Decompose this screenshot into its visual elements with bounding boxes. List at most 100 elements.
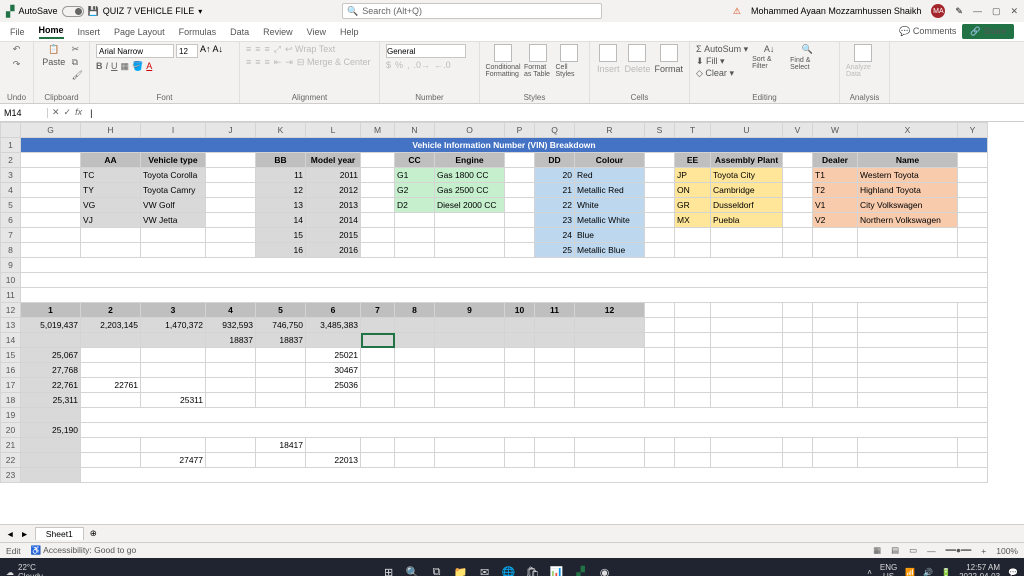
format-painter-icon[interactable]: 🖌 <box>72 70 83 81</box>
store-icon[interactable]: 🛍 <box>526 565 540 576</box>
fill-button[interactable]: ⬇ Fill ▾ <box>696 56 748 67</box>
taskview-icon[interactable]: ⧉ <box>430 565 444 576</box>
weather-widget[interactable]: ☁ 22°C Cloudy <box>6 563 126 576</box>
tray-chevron-icon[interactable]: ˄ <box>867 568 872 576</box>
battery-icon[interactable]: 🔋 <box>941 568 951 576</box>
tab-data[interactable]: Data <box>230 27 249 37</box>
copy-icon[interactable]: ⧉ <box>72 57 83 68</box>
clock-time[interactable]: 12:57 AM <box>959 563 1000 572</box>
bold-button[interactable]: B <box>96 61 103 72</box>
paste-button[interactable]: 📋 Paste <box>40 44 68 67</box>
clear-button[interactable]: ◇ Clear ▾ <box>696 68 748 79</box>
sheet-area[interactable]: GHIJKLMNOPQRSTUVWXY 1Vehicle Information… <box>0 122 1024 524</box>
zoom-out[interactable]: — <box>927 546 936 556</box>
excel-taskbar-icon[interactable]: ▞ <box>574 565 588 576</box>
view-pagebreak-icon[interactable]: ▭ <box>909 545 917 556</box>
cancel-formula-icon[interactable]: ✕ <box>52 107 60 118</box>
tab-home[interactable]: Home <box>39 25 64 39</box>
decrease-font-icon[interactable]: A↓ <box>213 44 224 58</box>
tab-help[interactable]: Help <box>340 27 359 37</box>
col-headers[interactable]: GHIJKLMNOPQRSTUVWXY <box>1 123 988 138</box>
pen-icon[interactable]: ✎ <box>955 6 963 17</box>
increase-font-icon[interactable]: A↑ <box>200 44 211 58</box>
maximize-button[interactable]: ▢ <box>992 6 1001 17</box>
align-center-icon[interactable]: ≡ <box>255 57 260 68</box>
zoom-level[interactable]: 100% <box>996 546 1018 556</box>
align-right-icon[interactable]: ≡ <box>265 57 270 68</box>
find-select-button[interactable]: 🔍Find & Select <box>790 44 824 71</box>
analyze-data-button[interactable]: Analyze Data <box>846 44 880 78</box>
redo-icon[interactable]: ↷ <box>13 59 21 70</box>
tab-page-layout[interactable]: Page Layout <box>114 27 165 37</box>
sort-filter-button[interactable]: A↓Sort & Filter <box>752 44 786 70</box>
autosum-button[interactable]: Σ AutoSum ▾ <box>696 44 748 55</box>
doc-dropdown[interactable]: ▾ <box>198 7 202 16</box>
search-box[interactable]: 🔍 Search (Alt+Q) <box>342 3 602 19</box>
dec-decimal-icon[interactable]: ←.0 <box>434 60 451 70</box>
comments-button[interactable]: 💬 Comments <box>899 26 956 37</box>
zoom-in[interactable]: + <box>981 546 986 556</box>
comma-icon[interactable]: , <box>407 60 410 70</box>
name-box[interactable]: M14 <box>0 108 48 118</box>
format-as-table-button[interactable]: Format as Table <box>524 44 552 78</box>
inc-decimal-icon[interactable]: .0→ <box>414 60 431 70</box>
cut-icon[interactable]: ✂ <box>72 44 83 55</box>
indent-inc-icon[interactable]: ⇥ <box>285 57 293 68</box>
autosave-toggle[interactable] <box>62 6 84 17</box>
volume-icon[interactable]: 🔊 <box>923 568 933 576</box>
tab-review[interactable]: Review <box>263 27 293 37</box>
tab-nav-prev[interactable]: ◄ <box>6 529 14 539</box>
chrome-icon[interactable]: ◉ <box>598 565 612 576</box>
view-pagelayout-icon[interactable]: ▤ <box>891 545 899 556</box>
new-sheet-button[interactable]: ⊕ <box>90 528 97 539</box>
tab-formulas[interactable]: Formulas <box>179 27 217 37</box>
formula-bar[interactable]: | <box>86 108 1024 118</box>
fx-icon[interactable]: fx <box>75 107 82 118</box>
italic-button[interactable]: I <box>106 61 109 72</box>
underline-button[interactable]: U <box>111 61 118 72</box>
border-button[interactable]: ▦ <box>121 61 130 72</box>
wifi-icon[interactable]: 📶 <box>905 568 915 576</box>
explorer-icon[interactable]: 📁 <box>454 565 468 576</box>
edge-icon[interactable]: 🌐 <box>502 565 516 576</box>
start-icon[interactable]: ⊞ <box>382 565 396 576</box>
align-top-icon[interactable]: ≡ <box>246 44 251 55</box>
spreadsheet-grid[interactable]: GHIJKLMNOPQRSTUVWXY 1Vehicle Information… <box>0 122 988 483</box>
orientation-icon[interactable]: ⤢ <box>274 44 281 55</box>
align-bot-icon[interactable]: ≡ <box>265 44 270 55</box>
avatar[interactable]: MA <box>931 4 945 18</box>
number-format-select[interactable] <box>386 44 466 58</box>
tab-insert[interactable]: Insert <box>78 27 101 37</box>
align-mid-icon[interactable]: ≡ <box>255 44 260 55</box>
conditional-formatting-button[interactable]: Conditional Formatting <box>486 44 520 78</box>
share-button[interactable]: 🔗 Share <box>962 24 1014 39</box>
view-normal-icon[interactable]: ▦ <box>873 545 881 556</box>
font-color-button[interactable]: A <box>146 61 152 72</box>
currency-icon[interactable]: $ <box>386 60 391 70</box>
active-cell[interactable] <box>361 333 395 348</box>
format-cells-button[interactable]: Format <box>654 44 683 74</box>
notifications-icon[interactable]: 💬 <box>1008 568 1018 576</box>
font-size-select[interactable] <box>176 44 198 58</box>
language-indicator[interactable]: ENG <box>880 563 897 572</box>
cell-styles-button[interactable]: Cell Styles <box>556 44 584 78</box>
insert-cells-button[interactable]: Insert <box>596 44 620 74</box>
fill-color-button[interactable]: 🪣 <box>132 61 143 72</box>
enter-formula-icon[interactable]: ✓ <box>64 107 72 118</box>
wrap-text-button[interactable]: ↩ Wrap Text <box>285 44 335 55</box>
close-button[interactable]: ✕ <box>1010 6 1018 17</box>
taskbar-search-icon[interactable]: 🔍 <box>406 565 420 576</box>
font-name-select[interactable] <box>96 44 174 58</box>
mail-icon[interactable]: ✉ <box>478 565 492 576</box>
percent-icon[interactable]: % <box>395 60 403 70</box>
align-left-icon[interactable]: ≡ <box>246 57 251 68</box>
zoom-slider[interactable]: ━━●━━ <box>946 545 972 556</box>
sheet-tab[interactable]: Sheet1 <box>35 527 84 540</box>
tab-file[interactable]: File <box>10 27 25 37</box>
indent-dec-icon[interactable]: ⇤ <box>274 57 282 68</box>
title-cell[interactable]: Vehicle Information Number (VIN) Breakdo… <box>21 138 988 153</box>
undo-icon[interactable]: ↶ <box>13 44 21 55</box>
minimize-button[interactable]: — <box>973 6 982 17</box>
tab-view[interactable]: View <box>307 27 326 37</box>
tab-nav-next[interactable]: ► <box>20 529 28 539</box>
